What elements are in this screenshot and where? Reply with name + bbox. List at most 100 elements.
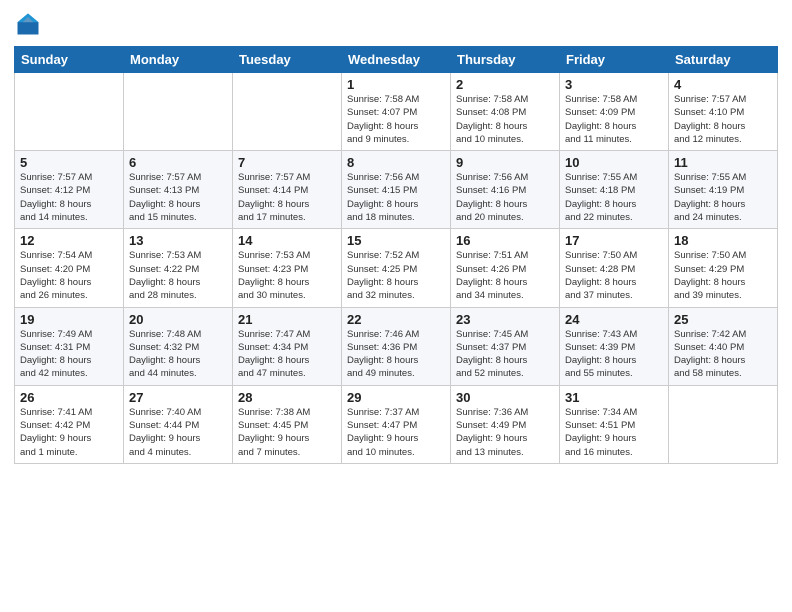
cell-day-number: 20 — [129, 312, 227, 327]
cell-info-text: Sunrise: 7:57 AM Sunset: 4:13 PM Dayligh… — [129, 171, 227, 224]
cell-day-number: 22 — [347, 312, 445, 327]
cell-day-number: 28 — [238, 390, 336, 405]
cell-day-number: 2 — [456, 77, 554, 92]
calendar-cell: 19Sunrise: 7:49 AM Sunset: 4:31 PM Dayli… — [15, 307, 124, 385]
cell-day-number: 12 — [20, 233, 118, 248]
cell-day-number: 1 — [347, 77, 445, 92]
weekday-header-wednesday: Wednesday — [342, 47, 451, 73]
calendar-cell: 7Sunrise: 7:57 AM Sunset: 4:14 PM Daylig… — [233, 151, 342, 229]
calendar-week-5: 26Sunrise: 7:41 AM Sunset: 4:42 PM Dayli… — [15, 385, 778, 463]
cell-day-number: 15 — [347, 233, 445, 248]
cell-day-number: 13 — [129, 233, 227, 248]
cell-info-text: Sunrise: 7:50 AM Sunset: 4:29 PM Dayligh… — [674, 249, 772, 302]
cell-day-number: 3 — [565, 77, 663, 92]
calendar-cell: 4Sunrise: 7:57 AM Sunset: 4:10 PM Daylig… — [669, 73, 778, 151]
weekday-header-sunday: Sunday — [15, 47, 124, 73]
calendar-cell: 27Sunrise: 7:40 AM Sunset: 4:44 PM Dayli… — [124, 385, 233, 463]
calendar-cell: 8Sunrise: 7:56 AM Sunset: 4:15 PM Daylig… — [342, 151, 451, 229]
cell-info-text: Sunrise: 7:56 AM Sunset: 4:15 PM Dayligh… — [347, 171, 445, 224]
cell-day-number: 5 — [20, 155, 118, 170]
cell-day-number: 21 — [238, 312, 336, 327]
calendar-cell: 14Sunrise: 7:53 AM Sunset: 4:23 PM Dayli… — [233, 229, 342, 307]
cell-info-text: Sunrise: 7:58 AM Sunset: 4:09 PM Dayligh… — [565, 93, 663, 146]
calendar-cell: 20Sunrise: 7:48 AM Sunset: 4:32 PM Dayli… — [124, 307, 233, 385]
calendar-cell: 26Sunrise: 7:41 AM Sunset: 4:42 PM Dayli… — [15, 385, 124, 463]
cell-day-number: 4 — [674, 77, 772, 92]
calendar-cell: 21Sunrise: 7:47 AM Sunset: 4:34 PM Dayli… — [233, 307, 342, 385]
calendar-cell — [15, 73, 124, 151]
cell-day-number: 25 — [674, 312, 772, 327]
cell-day-number: 18 — [674, 233, 772, 248]
calendar-cell: 25Sunrise: 7:42 AM Sunset: 4:40 PM Dayli… — [669, 307, 778, 385]
cell-info-text: Sunrise: 7:37 AM Sunset: 4:47 PM Dayligh… — [347, 406, 445, 459]
cell-day-number: 19 — [20, 312, 118, 327]
cell-day-number: 7 — [238, 155, 336, 170]
calendar-cell: 15Sunrise: 7:52 AM Sunset: 4:25 PM Dayli… — [342, 229, 451, 307]
cell-info-text: Sunrise: 7:53 AM Sunset: 4:23 PM Dayligh… — [238, 249, 336, 302]
cell-info-text: Sunrise: 7:57 AM Sunset: 4:14 PM Dayligh… — [238, 171, 336, 224]
calendar-cell: 23Sunrise: 7:45 AM Sunset: 4:37 PM Dayli… — [451, 307, 560, 385]
cell-day-number: 24 — [565, 312, 663, 327]
logo — [14, 10, 46, 38]
calendar-week-1: 1Sunrise: 7:58 AM Sunset: 4:07 PM Daylig… — [15, 73, 778, 151]
calendar-cell: 6Sunrise: 7:57 AM Sunset: 4:13 PM Daylig… — [124, 151, 233, 229]
cell-info-text: Sunrise: 7:36 AM Sunset: 4:49 PM Dayligh… — [456, 406, 554, 459]
calendar-page: SundayMondayTuesdayWednesdayThursdayFrid… — [0, 0, 792, 612]
cell-day-number: 14 — [238, 233, 336, 248]
weekday-header-tuesday: Tuesday — [233, 47, 342, 73]
cell-day-number: 6 — [129, 155, 227, 170]
logo-icon — [14, 10, 42, 38]
calendar-cell: 5Sunrise: 7:57 AM Sunset: 4:12 PM Daylig… — [15, 151, 124, 229]
cell-info-text: Sunrise: 7:50 AM Sunset: 4:28 PM Dayligh… — [565, 249, 663, 302]
cell-info-text: Sunrise: 7:46 AM Sunset: 4:36 PM Dayligh… — [347, 328, 445, 381]
cell-info-text: Sunrise: 7:55 AM Sunset: 4:18 PM Dayligh… — [565, 171, 663, 224]
cell-info-text: Sunrise: 7:58 AM Sunset: 4:08 PM Dayligh… — [456, 93, 554, 146]
cell-info-text: Sunrise: 7:54 AM Sunset: 4:20 PM Dayligh… — [20, 249, 118, 302]
weekday-header-row: SundayMondayTuesdayWednesdayThursdayFrid… — [15, 47, 778, 73]
calendar-cell: 17Sunrise: 7:50 AM Sunset: 4:28 PM Dayli… — [560, 229, 669, 307]
calendar-cell: 18Sunrise: 7:50 AM Sunset: 4:29 PM Dayli… — [669, 229, 778, 307]
calendar-cell: 9Sunrise: 7:56 AM Sunset: 4:16 PM Daylig… — [451, 151, 560, 229]
cell-info-text: Sunrise: 7:41 AM Sunset: 4:42 PM Dayligh… — [20, 406, 118, 459]
weekday-header-friday: Friday — [560, 47, 669, 73]
weekday-header-saturday: Saturday — [669, 47, 778, 73]
cell-info-text: Sunrise: 7:34 AM Sunset: 4:51 PM Dayligh… — [565, 406, 663, 459]
cell-day-number: 10 — [565, 155, 663, 170]
calendar-week-2: 5Sunrise: 7:57 AM Sunset: 4:12 PM Daylig… — [15, 151, 778, 229]
cell-day-number: 8 — [347, 155, 445, 170]
calendar-cell: 13Sunrise: 7:53 AM Sunset: 4:22 PM Dayli… — [124, 229, 233, 307]
cell-info-text: Sunrise: 7:45 AM Sunset: 4:37 PM Dayligh… — [456, 328, 554, 381]
calendar-cell: 28Sunrise: 7:38 AM Sunset: 4:45 PM Dayli… — [233, 385, 342, 463]
calendar-cell: 29Sunrise: 7:37 AM Sunset: 4:47 PM Dayli… — [342, 385, 451, 463]
calendar-table: SundayMondayTuesdayWednesdayThursdayFrid… — [14, 46, 778, 464]
page-header — [14, 10, 778, 38]
cell-day-number: 9 — [456, 155, 554, 170]
cell-info-text: Sunrise: 7:43 AM Sunset: 4:39 PM Dayligh… — [565, 328, 663, 381]
cell-info-text: Sunrise: 7:49 AM Sunset: 4:31 PM Dayligh… — [20, 328, 118, 381]
calendar-cell: 30Sunrise: 7:36 AM Sunset: 4:49 PM Dayli… — [451, 385, 560, 463]
cell-info-text: Sunrise: 7:52 AM Sunset: 4:25 PM Dayligh… — [347, 249, 445, 302]
calendar-cell: 3Sunrise: 7:58 AM Sunset: 4:09 PM Daylig… — [560, 73, 669, 151]
cell-day-number: 30 — [456, 390, 554, 405]
cell-day-number: 16 — [456, 233, 554, 248]
calendar-cell: 24Sunrise: 7:43 AM Sunset: 4:39 PM Dayli… — [560, 307, 669, 385]
calendar-cell — [669, 385, 778, 463]
cell-info-text: Sunrise: 7:42 AM Sunset: 4:40 PM Dayligh… — [674, 328, 772, 381]
cell-day-number: 23 — [456, 312, 554, 327]
cell-day-number: 17 — [565, 233, 663, 248]
calendar-cell — [233, 73, 342, 151]
cell-info-text: Sunrise: 7:48 AM Sunset: 4:32 PM Dayligh… — [129, 328, 227, 381]
calendar-cell: 10Sunrise: 7:55 AM Sunset: 4:18 PM Dayli… — [560, 151, 669, 229]
weekday-header-monday: Monday — [124, 47, 233, 73]
weekday-header-thursday: Thursday — [451, 47, 560, 73]
calendar-cell: 16Sunrise: 7:51 AM Sunset: 4:26 PM Dayli… — [451, 229, 560, 307]
cell-info-text: Sunrise: 7:53 AM Sunset: 4:22 PM Dayligh… — [129, 249, 227, 302]
calendar-cell: 2Sunrise: 7:58 AM Sunset: 4:08 PM Daylig… — [451, 73, 560, 151]
cell-info-text: Sunrise: 7:58 AM Sunset: 4:07 PM Dayligh… — [347, 93, 445, 146]
cell-day-number: 26 — [20, 390, 118, 405]
calendar-cell: 31Sunrise: 7:34 AM Sunset: 4:51 PM Dayli… — [560, 385, 669, 463]
calendar-cell: 1Sunrise: 7:58 AM Sunset: 4:07 PM Daylig… — [342, 73, 451, 151]
calendar-week-4: 19Sunrise: 7:49 AM Sunset: 4:31 PM Dayli… — [15, 307, 778, 385]
cell-day-number: 11 — [674, 155, 772, 170]
cell-day-number: 27 — [129, 390, 227, 405]
